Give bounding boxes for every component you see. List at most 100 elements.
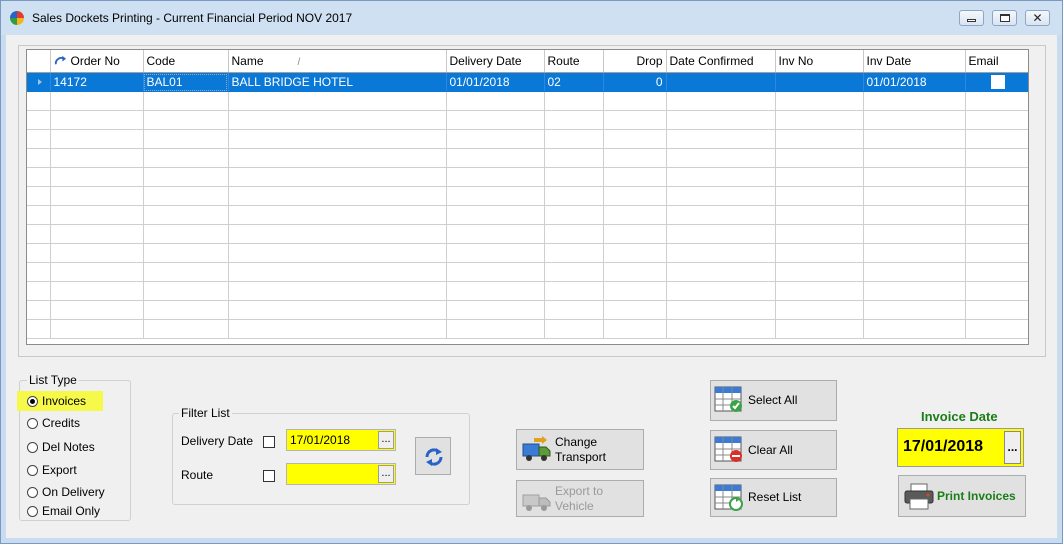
table-row[interactable]: 14172 BAL01 BALL BRIDGE HOTEL 01/01/2018… bbox=[27, 72, 1028, 92]
empty-row bbox=[27, 243, 1028, 263]
cell-drop[interactable]: 0 bbox=[603, 72, 667, 92]
cell-code[interactable]: BAL01 bbox=[143, 72, 229, 92]
reset-list-label: Reset List bbox=[748, 490, 802, 504]
sort-indicator-icon: / bbox=[297, 57, 301, 68]
cell-delivery-date[interactable]: 01/01/2018 bbox=[446, 72, 545, 92]
sales-dockets-window: Sales Dockets Printing - Current Financi… bbox=[0, 0, 1063, 544]
empty-row bbox=[27, 300, 1028, 320]
print-invoices-label: Print Invoices bbox=[937, 489, 1016, 503]
col-name[interactable]: Name / bbox=[228, 50, 447, 73]
radio-del-notes[interactable]: Del Notes bbox=[27, 439, 95, 455]
change-transport-button[interactable]: Change Transport bbox=[516, 429, 644, 470]
maximize-icon bbox=[999, 14, 1010, 22]
print-invoices-button[interactable]: Print Invoices bbox=[898, 475, 1026, 517]
col-name-label: Name bbox=[231, 54, 264, 68]
cell-email[interactable] bbox=[965, 72, 1028, 92]
col-date-confirmed[interactable]: Date Confirmed bbox=[666, 50, 776, 73]
radio-del-notes-label: Del Notes bbox=[42, 440, 95, 454]
window-title: Sales Dockets Printing - Current Financi… bbox=[32, 11, 353, 25]
radio-email-only-indicator[interactable] bbox=[27, 505, 38, 517]
cell-date-confirmed[interactable] bbox=[666, 72, 776, 92]
table-refresh-icon bbox=[714, 484, 743, 511]
route-label: Route bbox=[181, 468, 214, 482]
empty-row bbox=[27, 319, 1028, 339]
cell-inv-date[interactable]: 01/01/2018 bbox=[863, 72, 966, 92]
printer-icon bbox=[904, 483, 934, 510]
empty-row bbox=[27, 148, 1028, 168]
export-to-vehicle-button[interactable]: Export to Vehicle bbox=[516, 480, 644, 517]
radio-on-delivery-label: On Delivery bbox=[42, 485, 105, 499]
table-remove-icon bbox=[714, 436, 742, 462]
col-delivery-date[interactable]: Delivery Date bbox=[446, 50, 545, 73]
empty-row bbox=[27, 224, 1028, 244]
clear-all-label: Clear All bbox=[748, 443, 793, 457]
cell-order-no[interactable]: 14172 bbox=[50, 72, 144, 92]
dockets-table: Order No Code Name / Delivery Date Route … bbox=[27, 50, 1028, 339]
col-code[interactable]: Code bbox=[143, 50, 229, 73]
minimize-button[interactable] bbox=[959, 10, 984, 26]
row-pointer-icon bbox=[38, 79, 42, 85]
app-icon bbox=[10, 11, 24, 25]
invoice-date-picker-button[interactable]: ... bbox=[1004, 431, 1021, 464]
col-order-no-label: Order No bbox=[70, 53, 120, 68]
invoice-date-value: 17/01/2018 bbox=[903, 438, 984, 455]
dockets-grid[interactable]: Order No Code Name / Delivery Date Route … bbox=[26, 49, 1029, 345]
invoice-date-title: Invoice Date bbox=[921, 409, 998, 424]
email-checkbox[interactable] bbox=[990, 75, 1005, 89]
radio-invoices-indicator[interactable] bbox=[27, 395, 38, 407]
truck-icon bbox=[522, 436, 551, 461]
col-inv-no[interactable]: Inv No bbox=[775, 50, 864, 73]
invoice-date-field[interactable]: 17/01/2018 ... bbox=[897, 428, 1024, 467]
export-truck-icon bbox=[522, 494, 551, 511]
export-label-1: Export to bbox=[555, 484, 604, 498]
minimize-icon bbox=[967, 19, 976, 22]
empty-row bbox=[27, 186, 1028, 206]
change-transport-label-2: Transport bbox=[555, 450, 606, 464]
route-picker-button[interactable]: ... bbox=[378, 465, 394, 483]
close-button[interactable]: ✕ bbox=[1025, 10, 1050, 26]
title-bar: Sales Dockets Printing - Current Financi… bbox=[1, 1, 1062, 35]
filter-list-caption: Filter List bbox=[179, 406, 232, 420]
radio-on-delivery-indicator[interactable] bbox=[27, 486, 38, 498]
cell-name[interactable]: BALL BRIDGE HOTEL bbox=[228, 72, 447, 92]
radio-export-indicator[interactable] bbox=[27, 464, 38, 476]
table-check-icon bbox=[714, 386, 742, 412]
refresh-button[interactable] bbox=[415, 437, 451, 475]
grid-header-row: Order No Code Name / Delivery Date Route … bbox=[27, 50, 1028, 73]
clear-all-button[interactable]: Clear All bbox=[710, 430, 837, 470]
delivery-date-checkbox[interactable] bbox=[263, 436, 275, 448]
maximize-button[interactable] bbox=[992, 10, 1017, 26]
grid-panel: Order No Code Name / Delivery Date Route … bbox=[18, 45, 1046, 357]
list-type-group: List Type Invoices Credits Del Notes Exp… bbox=[17, 373, 131, 521]
empty-row bbox=[27, 281, 1028, 301]
delivery-date-picker-button[interactable]: ... bbox=[378, 431, 394, 449]
col-order-no[interactable]: Order No bbox=[50, 50, 144, 73]
close-icon: ✕ bbox=[1032, 11, 1043, 25]
radio-email-only[interactable]: Email Only bbox=[27, 503, 100, 519]
export-label-2: Vehicle bbox=[555, 499, 594, 513]
radio-export[interactable]: Export bbox=[27, 462, 77, 478]
empty-row bbox=[27, 262, 1028, 282]
select-all-label: Select All bbox=[748, 393, 798, 407]
cell-route[interactable]: 02 bbox=[544, 72, 604, 92]
refresh-icon bbox=[425, 448, 443, 466]
radio-on-delivery[interactable]: On Delivery bbox=[27, 484, 105, 500]
radio-export-label: Export bbox=[42, 463, 77, 477]
col-email[interactable]: Email bbox=[965, 50, 1028, 73]
radio-invoices[interactable]: Invoices bbox=[27, 393, 86, 409]
change-transport-label-1: Change bbox=[555, 435, 598, 449]
radio-del-notes-indicator[interactable] bbox=[27, 441, 38, 453]
radio-credits-indicator[interactable] bbox=[27, 417, 38, 429]
reset-list-button[interactable]: Reset List bbox=[710, 478, 837, 517]
radio-email-only-label: Email Only bbox=[42, 504, 101, 518]
cell-inv-no[interactable] bbox=[775, 72, 864, 92]
col-route[interactable]: Route bbox=[544, 50, 604, 73]
empty-row bbox=[27, 129, 1028, 149]
empty-row bbox=[27, 167, 1028, 187]
route-checkbox[interactable] bbox=[263, 470, 275, 482]
select-all-button[interactable]: Select All bbox=[710, 380, 837, 421]
col-drop[interactable]: Drop bbox=[603, 50, 667, 73]
radio-credits[interactable]: Credits bbox=[27, 415, 80, 431]
refresh-arrow-icon bbox=[54, 56, 66, 65]
col-inv-date[interactable]: Inv Date bbox=[863, 50, 966, 73]
